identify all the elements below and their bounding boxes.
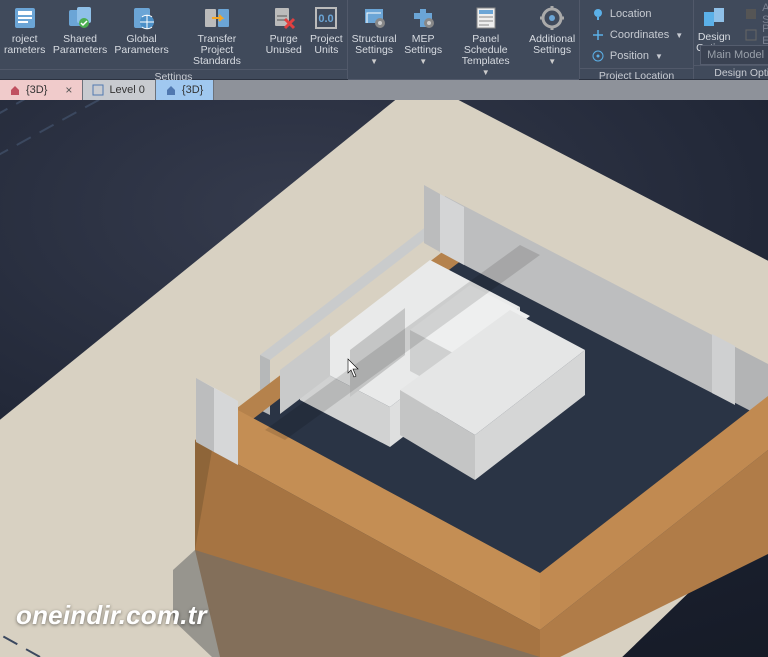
- svg-text:0.0: 0.0: [319, 13, 334, 25]
- structural-settings-button[interactable]: Structural Settings ▼: [348, 2, 400, 79]
- main-model-value: Main Model: [707, 49, 764, 61]
- project-units-button[interactable]: 0.0 Project Units: [306, 2, 347, 69]
- design-options-icon: [700, 4, 728, 30]
- tab-3d-label: {3D}: [26, 84, 47, 96]
- ribbon-group-design-options: Design Options Add to Set Pick to Edit M…: [694, 0, 768, 79]
- coordinates-label: Coordinates: [610, 29, 669, 41]
- add-to-set-button[interactable]: Add to Set: [740, 4, 768, 24]
- global-parameters-icon: [128, 4, 156, 32]
- global-parameters-label: Global Parameters: [114, 34, 168, 56]
- additional-settings-label: Additional Settings: [529, 34, 575, 56]
- additional-settings-button[interactable]: Additional Settings ▼: [525, 2, 579, 79]
- mep-settings-button[interactable]: MEP Settings ▼: [400, 2, 446, 79]
- pick-to-edit-button[interactable]: Pick to Edit: [740, 25, 768, 45]
- ribbon-group-analysis: Structural Settings ▼ MEP Settings ▼ Pan…: [348, 0, 580, 79]
- coordinates-icon: [590, 27, 606, 43]
- shared-parameters-icon: [66, 4, 94, 32]
- plan-view-icon: [91, 83, 105, 97]
- project-parameters-icon: [11, 4, 39, 32]
- chevron-down-icon: ▼: [482, 68, 490, 77]
- design-options-button[interactable]: Design Options: [694, 2, 734, 44]
- chevron-down-icon: ▼: [370, 57, 378, 66]
- main-model-dropdown[interactable]: Main Model: [700, 45, 768, 65]
- chevron-down-icon: ▼: [419, 57, 427, 66]
- close-icon[interactable]: ×: [65, 83, 72, 97]
- chevron-down-icon: ▼: [655, 52, 663, 61]
- additional-settings-icon: [538, 4, 566, 32]
- tab-3d2-label: {3D}: [182, 84, 203, 96]
- transfer-project-standards-label: Transfer Project Standards: [177, 34, 256, 67]
- coordinates-button[interactable]: Coordinates ▼: [586, 25, 687, 45]
- shared-parameters-label: Shared Parameters: [53, 34, 107, 56]
- panel-schedule-templates-icon: [472, 4, 500, 32]
- ribbon-group-project-location: Location Coordinates ▼ Position ▼ Projec…: [580, 0, 694, 79]
- project-units-icon: 0.0: [312, 4, 340, 32]
- panel-schedule-templates-button[interactable]: Panel Schedule Templates ▼: [446, 2, 525, 79]
- ribbon: roject rameters Shared Parameters Global…: [0, 0, 768, 80]
- design-options-group-label: Design Options: [694, 65, 768, 81]
- global-parameters-button[interactable]: Global Parameters: [111, 2, 173, 69]
- position-icon: [590, 48, 606, 64]
- chevron-down-icon: ▼: [675, 31, 683, 40]
- structural-settings-label: Structural Settings: [352, 34, 397, 56]
- transfer-project-standards-icon: [203, 4, 231, 32]
- structural-settings-icon: [360, 4, 388, 32]
- project-parameters-label: roject rameters: [4, 34, 45, 56]
- mep-settings-label: MEP Settings: [404, 34, 442, 56]
- view-tabs: {3D} × Level 0 {3D}: [0, 80, 768, 100]
- tab-level0-label: Level 0: [109, 84, 144, 96]
- mep-settings-icon: [409, 4, 437, 32]
- project-parameters-button[interactable]: roject rameters: [0, 2, 49, 69]
- project-units-label: Project Units: [310, 34, 343, 56]
- position-label: Position: [610, 50, 649, 62]
- building-model: [0, 100, 768, 657]
- viewport-3d[interactable]: oneindir.com.tr: [0, 100, 768, 657]
- tab-3d-active[interactable]: {3D} ×: [0, 80, 83, 100]
- purge-unused-label: Purge Unused: [266, 34, 302, 56]
- add-to-set-icon: [744, 6, 758, 22]
- ribbon-group-settings: roject rameters Shared Parameters Global…: [0, 0, 348, 79]
- shared-parameters-button[interactable]: Shared Parameters: [49, 2, 111, 69]
- panel-schedule-templates-label: Panel Schedule Templates: [451, 34, 520, 67]
- transfer-project-standards-button[interactable]: Transfer Project Standards: [172, 2, 261, 69]
- chevron-down-icon: ▼: [548, 57, 556, 66]
- purge-unused-button[interactable]: Purge Unused: [262, 2, 306, 69]
- purge-unused-icon: [270, 4, 298, 32]
- location-button[interactable]: Location: [586, 4, 687, 24]
- location-label: Location: [610, 8, 652, 20]
- location-icon: [590, 6, 606, 22]
- home-3d-icon: [8, 83, 22, 97]
- tab-3d-secondary[interactable]: {3D}: [156, 80, 214, 100]
- home-3d-icon: [164, 83, 178, 97]
- position-button[interactable]: Position ▼: [586, 46, 687, 66]
- tab-level0[interactable]: Level 0: [83, 80, 155, 100]
- pick-to-edit-label: Pick to Edit: [762, 23, 768, 47]
- watermark-text: oneindir.com.tr: [16, 600, 207, 631]
- pick-to-edit-icon: [744, 27, 758, 43]
